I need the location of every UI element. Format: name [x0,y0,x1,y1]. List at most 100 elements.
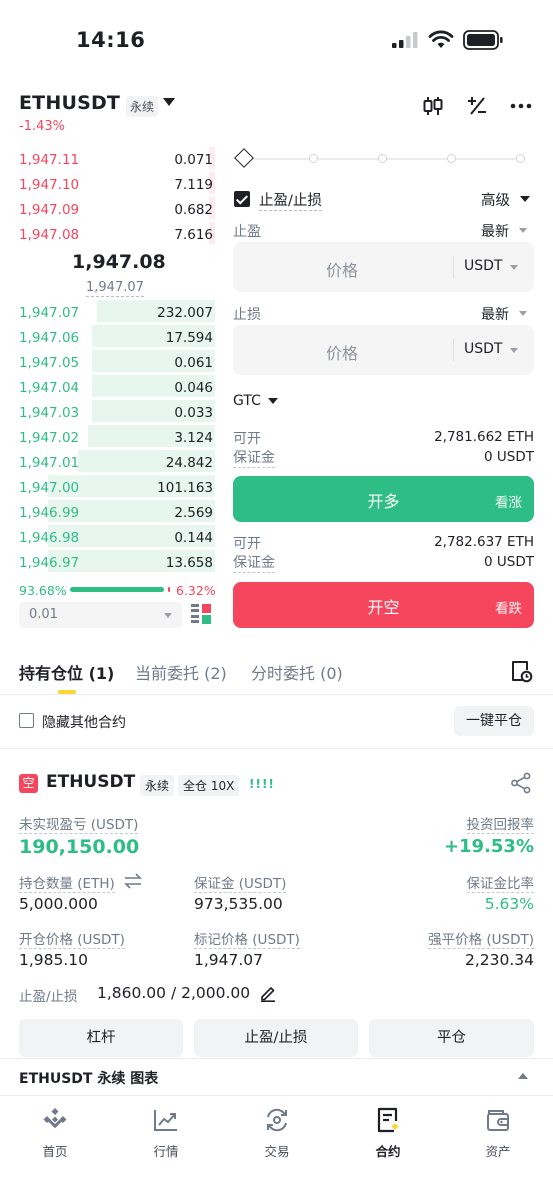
chevron-up-icon[interactable] [518,1073,528,1079]
margin-value: 973,535.00 [194,895,283,913]
chevron-down-icon[interactable] [519,311,527,316]
entry-price-value: 1,985.10 [19,951,89,969]
nav-assets[interactable]: 资产 [458,1097,538,1160]
position-tpsl-label: 止盈/止损 [19,989,78,1005]
ask-price: 1,947.11 [19,152,80,168]
share-icon[interactable] [510,772,532,794]
bid-row[interactable]: 1,947.00 101.163 [19,475,215,500]
bid-row[interactable]: 1,947.07 232.007 [19,300,215,325]
contract-tag: 永续 [126,96,159,117]
futures-icon [377,1107,399,1133]
book-layout-icon[interactable] [191,603,211,625]
wallet-icon [487,1110,509,1131]
bid-row[interactable]: 1,947.02 3.124 [19,425,215,450]
bid-row[interactable]: 1,947.04 0.046 [19,375,215,400]
divider [0,1058,553,1059]
bullish-label: 看涨 [495,495,522,511]
bid-row[interactable]: 1,947.05 0.061 [19,350,215,375]
bid-row[interactable]: 1,946.98 0.144 [19,525,215,550]
chevron-down-icon[interactable] [510,348,518,353]
pair-dropdown-icon[interactable] [163,98,175,106]
hide-other-checkbox[interactable] [19,713,34,728]
tp-price-input[interactable]: 价格 USDT [233,242,534,292]
chevron-down-icon[interactable] [520,196,530,202]
ask-row[interactable]: 1,947.09 0.682 [19,197,215,222]
slider-handle[interactable] [234,148,254,168]
divider [0,694,553,695]
candlestick-chart-icon[interactable] [421,94,445,118]
open-short-button[interactable]: 开空 看跌 [233,582,534,628]
chevron-down-icon[interactable] [268,398,278,404]
nav-futures[interactable]: 合约 [348,1097,428,1160]
tpsl-checkbox[interactable] [234,191,250,207]
edit-icon[interactable] [259,984,277,1002]
ask-row[interactable]: 1,947.11 0.071 [19,147,215,172]
tab-twap-orders[interactable]: 分时委托 (0) [251,660,343,684]
long-available-value: 2,781.662 ETH [434,429,534,445]
close-position-button[interactable]: 平仓 [369,1019,534,1057]
price-step-select[interactable]: 0.01 [19,602,182,628]
unrealized-pnl-value: 190,150.00 [19,836,140,858]
order-history-icon[interactable] [509,659,533,683]
slider-step[interactable] [309,154,318,163]
hide-other-label: 隐藏其他合约 [42,715,126,731]
ask-quantity: 0.071 [174,152,213,168]
mark-price-label: 标记价格 (USDT) [194,928,300,949]
tp-price-placeholder: 价格 [326,261,359,280]
more-options-icon[interactable] [509,94,533,118]
nav-trade[interactable]: 交易 [237,1097,317,1160]
roe-value: +19.53% [443,836,534,857]
bid-price: 1,947.06 [19,330,80,346]
nav-assets-label: 资产 [485,1144,511,1159]
bid-row[interactable]: 1,946.97 13.658 [19,550,215,575]
open-long-button[interactable]: 开多 看涨 [233,476,534,522]
tab-open-orders[interactable]: 当前委托 (2) [135,660,227,684]
position-contract-tag: 永续 [140,775,175,796]
bid-row[interactable]: 1,947.01 24.842 [19,450,215,475]
sl-trigger-type[interactable]: 最新 [481,304,509,324]
ask-row[interactable]: 1,947.08 7.616 [19,222,215,247]
short-available-value: 2,782.637 ETH [434,534,534,550]
nav-markets[interactable]: 行情 [126,1097,206,1160]
ask-quantity: 0.682 [174,202,213,218]
ask-quantity: 7.616 [174,227,213,243]
ask-row[interactable]: 1,947.10 7.119 [19,172,215,197]
nav-futures-label: 合约 [375,1144,401,1159]
leverage-button[interactable]: 杠杆 [19,1019,183,1057]
time-in-force-select[interactable]: GTC [233,393,261,409]
position-size-value: 5,000.000 [19,895,98,913]
divider [0,1095,553,1096]
tpsl-button[interactable]: 止盈/止损 [194,1019,358,1057]
margin-label: 保证金 (USDT) [194,872,287,893]
sl-price-input[interactable]: 价格 USDT [233,325,534,375]
bid-quantity: 101.163 [157,480,213,496]
sl-unit-select[interactable]: USDT [464,341,502,357]
close-all-button[interactable]: 一键平仓 [454,706,534,736]
risk-level-indicator: !!!! [249,777,275,791]
chart-panel-toggle[interactable]: ETHUSDT 永续 图表 [19,1068,158,1088]
long-available-label: 可开 [233,431,261,447]
bid-row[interactable]: 1,946.99 2.569 [19,500,215,525]
swap-unit-icon[interactable] [124,873,142,889]
advanced-select[interactable]: 高级 [481,189,510,210]
bid-row[interactable]: 1,947.06 17.594 [19,325,215,350]
chevron-down-icon[interactable] [519,228,527,233]
tp-trigger-type[interactable]: 最新 [481,221,509,241]
tab-positions[interactable]: 持有仓位 (1) [19,660,114,684]
short-margin-value: 0 USDT [484,554,534,570]
nav-home[interactable]: 首页 [15,1097,95,1160]
slider-step[interactable] [447,154,456,163]
position-symbol[interactable]: ETHUSDT [46,772,135,792]
trade-icon [267,1108,287,1132]
tp-unit-select[interactable]: USDT [464,258,502,274]
pair-title[interactable]: ETHUSDT [19,92,120,114]
slider-step[interactable] [378,154,387,163]
position-size-label: 持仓数量 (ETH) [19,872,115,893]
long-margin-value: 0 USDT [484,449,534,465]
calculator-icon[interactable] [465,94,489,118]
slider-step[interactable] [516,154,525,163]
bid-row[interactable]: 1,947.03 0.033 [19,400,215,425]
wifi-icon [428,30,454,48]
chevron-down-icon[interactable] [510,265,518,270]
price-change: -1.43% [19,119,65,134]
